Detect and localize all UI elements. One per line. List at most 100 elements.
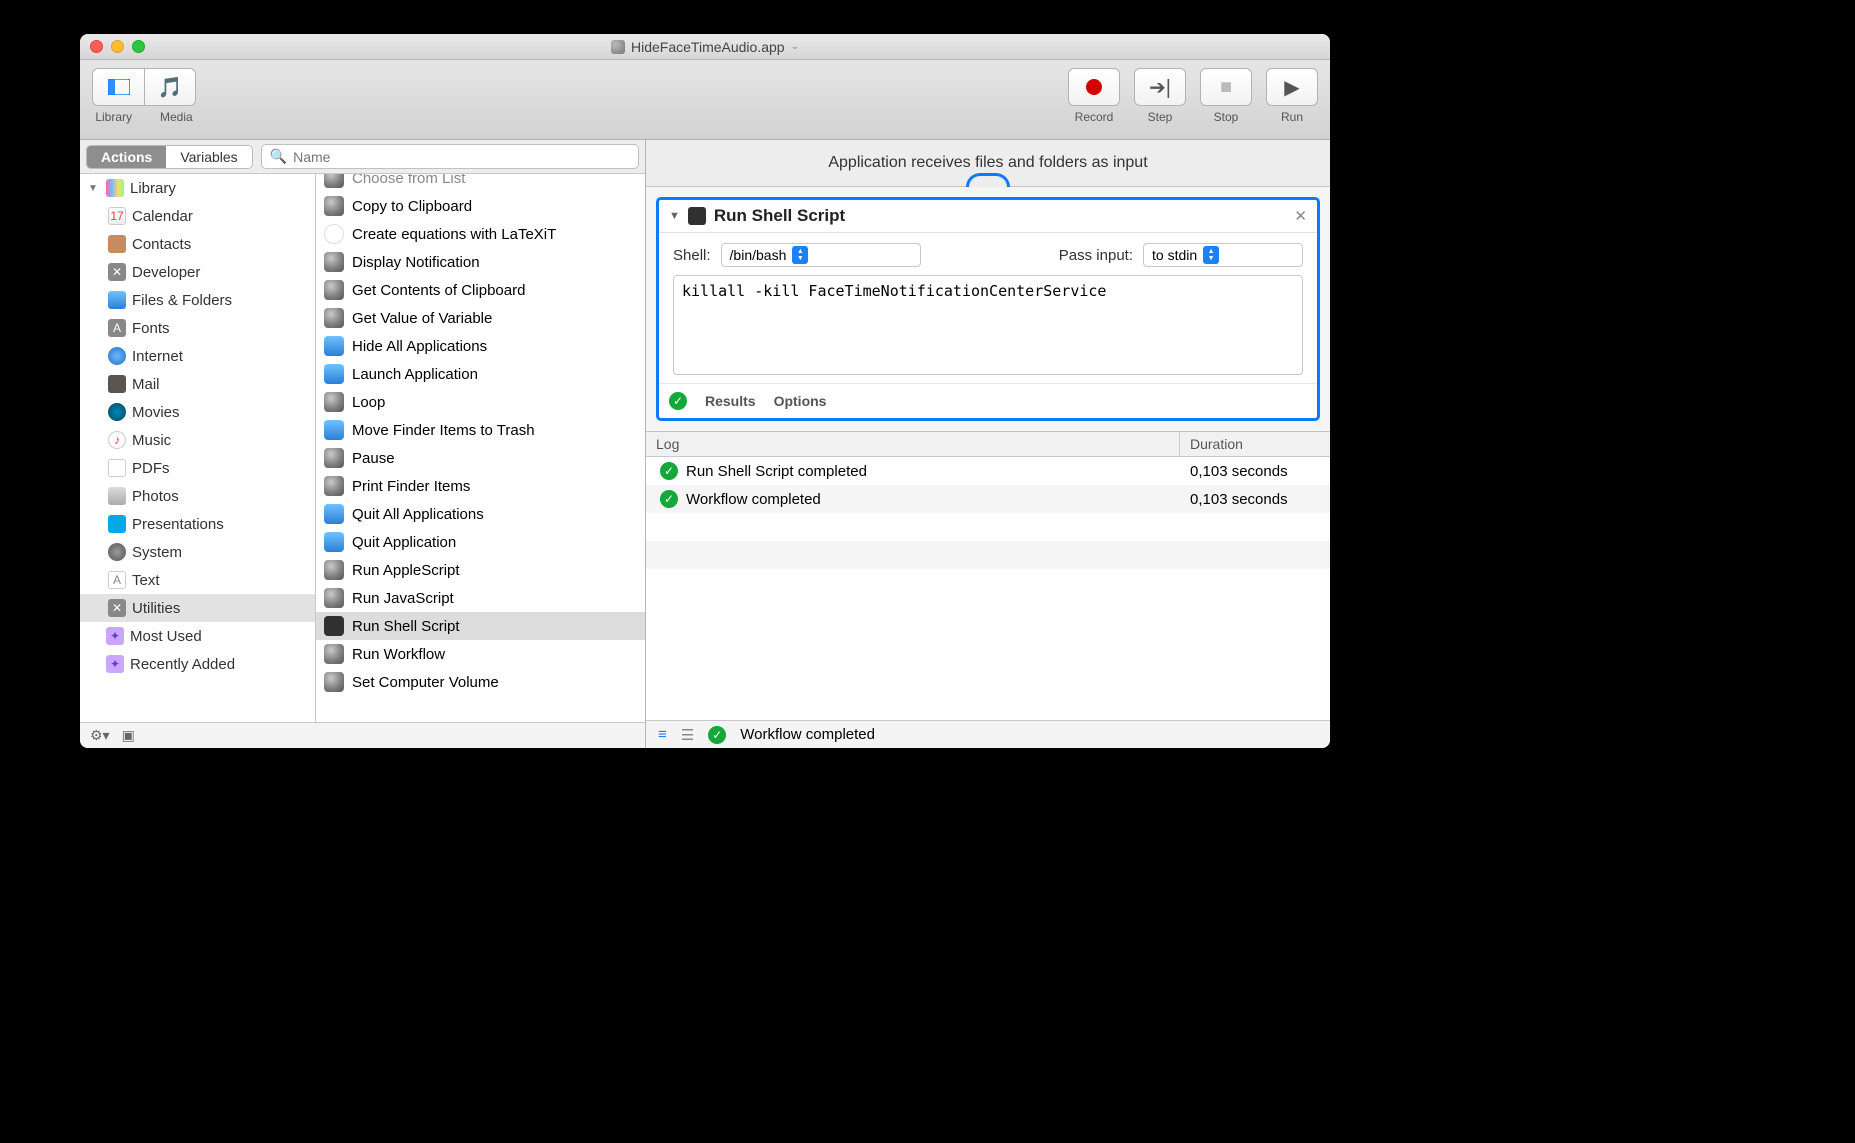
input-connector-icon [966,173,1010,187]
tree-item-files[interactable]: Files & Folders [80,286,315,314]
action-item[interactable]: Loop [316,388,645,416]
media-toggle-button[interactable]: 🎵 [144,68,196,106]
action-item[interactable]: Hide All Applications [316,332,645,360]
action-item[interactable]: Copy to Clipboard [316,192,645,220]
utilities-icon: ✕ [108,599,126,617]
gear-menu-button[interactable]: ⚙︎▾ [90,727,110,744]
log-view-list-button[interactable]: ≡ [658,726,667,743]
tree-item-system[interactable]: System [80,538,315,566]
library-toggle-button[interactable] [92,68,144,106]
tree-item-recently-added[interactable]: ✦Recently Added [80,650,315,678]
tree-item-pdfs[interactable]: PDFs [80,454,315,482]
action-card-run-shell-script[interactable]: ▼ Run Shell Script ✕ Shell: /bin/bash ▲▼ [656,197,1320,421]
calendar-icon: 17 [108,207,126,225]
tree-item-utilities[interactable]: ✕Utilities [80,594,315,622]
tree-item-movies[interactable]: Movies [80,398,315,426]
tree-label: Mail [132,376,160,393]
success-check-icon: ✓ [660,490,678,508]
action-item[interactable]: Launch Application [316,360,645,388]
tree-item-contacts[interactable]: Contacts [80,230,315,258]
action-item[interactable]: Quit All Applications [316,500,645,528]
action-item[interactable]: Quit Application [316,528,645,556]
action-label: Get Contents of Clipboard [352,282,525,299]
finder-action-icon [324,336,344,356]
automator-action-icon [324,392,344,412]
action-item-run-shell-script[interactable]: Run Shell Script [316,612,645,640]
search-icon: 🔍 [270,148,287,165]
workflow-panel: Application receives files and folders a… [646,140,1330,748]
action-item[interactable]: Pause [316,444,645,472]
remove-action-button[interactable]: ✕ [1294,207,1307,225]
log-message: Workflow completed [686,491,821,508]
results-tab[interactable]: Results [705,393,756,409]
seg-actions[interactable]: Actions [87,146,166,168]
finder-icon [108,291,126,309]
shell-select[interactable]: /bin/bash ▲▼ [721,243,921,267]
action-label: Run JavaScript [352,590,454,607]
tree-item-internet[interactable]: Internet [80,342,315,370]
tree-item-calendar[interactable]: 17Calendar [80,202,315,230]
options-tab[interactable]: Options [774,393,827,409]
search-field-wrap[interactable]: 🔍 [261,144,639,169]
main-split: Actions Variables 🔍 ▼ Library 17Calendar [80,140,1330,748]
tree-root-library[interactable]: ▼ Library [80,174,315,202]
log-rows[interactable]: ✓Run Shell Script completed 0,103 second… [646,457,1330,720]
disclosure-triangle-icon[interactable]: ▼ [669,210,680,222]
action-item[interactable]: Move Finder Items to Trash [316,416,645,444]
finder-action-icon [324,504,344,524]
sidebar-icon [108,79,130,95]
tree-item-developer[interactable]: ✕Developer [80,258,315,286]
step-button[interactable]: ➔| [1134,68,1186,106]
action-item[interactable]: Run Workflow [316,640,645,668]
log-view-flow-button[interactable]: ☰ [681,726,694,744]
script-textarea[interactable]: killall -kill FaceTimeNotificationCenter… [673,275,1303,375]
action-item[interactable]: Run AppleScript [316,556,645,584]
toolbar: 🎵 Library Media Record ➔| Step ■ St [80,60,1330,140]
log-column-log[interactable]: Log [646,432,1180,456]
description-toggle-button[interactable]: ▣ [122,727,135,744]
contacts-icon [108,235,126,253]
tree-item-music[interactable]: ♪Music [80,426,315,454]
log-row[interactable]: ✓Workflow completed 0,103 seconds [646,485,1330,513]
action-item[interactable]: Run JavaScript [316,584,645,612]
run-button[interactable]: ▶ [1266,68,1318,106]
tree-item-fonts[interactable]: AFonts [80,314,315,342]
action-card-header[interactable]: ▼ Run Shell Script ✕ [659,200,1317,233]
tree-item-mail[interactable]: Mail [80,370,315,398]
action-item[interactable]: Get Contents of Clipboard [316,276,645,304]
action-item[interactable]: Create equations with LaTeXiT [316,220,645,248]
tree-item-presentations[interactable]: Presentations [80,510,315,538]
finder-action-icon [324,364,344,384]
mail-icon [108,375,126,393]
step-icon: ➔| [1149,75,1171,100]
tree-item-photos[interactable]: Photos [80,482,315,510]
zoom-window-button[interactable] [132,40,145,53]
stop-button[interactable]: ■ [1200,68,1252,106]
action-item[interactable]: Set Computer Volume [316,668,645,696]
seg-variables[interactable]: Variables [166,146,251,168]
close-window-button[interactable] [90,40,103,53]
minimize-window-button[interactable] [111,40,124,53]
library-tree[interactable]: ▼ Library 17Calendar Contacts ✕Developer… [80,174,316,722]
automator-action-icon [324,174,344,188]
search-input[interactable] [293,149,630,165]
log-message: Run Shell Script completed [686,463,867,480]
disclosure-triangle-icon[interactable]: ▼ [88,183,100,194]
workflow-canvas[interactable]: ▼ Run Shell Script ✕ Shell: /bin/bash ▲▼ [646,187,1330,431]
action-label: Display Notification [352,254,480,271]
tree-label: Presentations [132,516,224,533]
action-item[interactable]: Get Value of Variable [316,304,645,332]
updown-arrows-icon: ▲▼ [792,246,808,264]
action-item[interactable]: Display Notification [316,248,645,276]
action-item[interactable]: Choose from List [316,174,645,192]
tree-item-text[interactable]: AText [80,566,315,594]
record-button[interactable] [1068,68,1120,106]
log-column-duration[interactable]: Duration [1180,432,1330,456]
log-row[interactable]: ✓Run Shell Script completed 0,103 second… [646,457,1330,485]
actions-list[interactable]: Choose from List Copy to Clipboard Creat… [316,174,645,722]
terminal-icon [688,207,706,225]
action-card-body: Shell: /bin/bash ▲▼ Pass input: to stdin… [659,233,1317,383]
tree-item-most-used[interactable]: ✦Most Used [80,622,315,650]
action-item[interactable]: Print Finder Items [316,472,645,500]
passinput-select[interactable]: to stdin ▲▼ [1143,243,1303,267]
